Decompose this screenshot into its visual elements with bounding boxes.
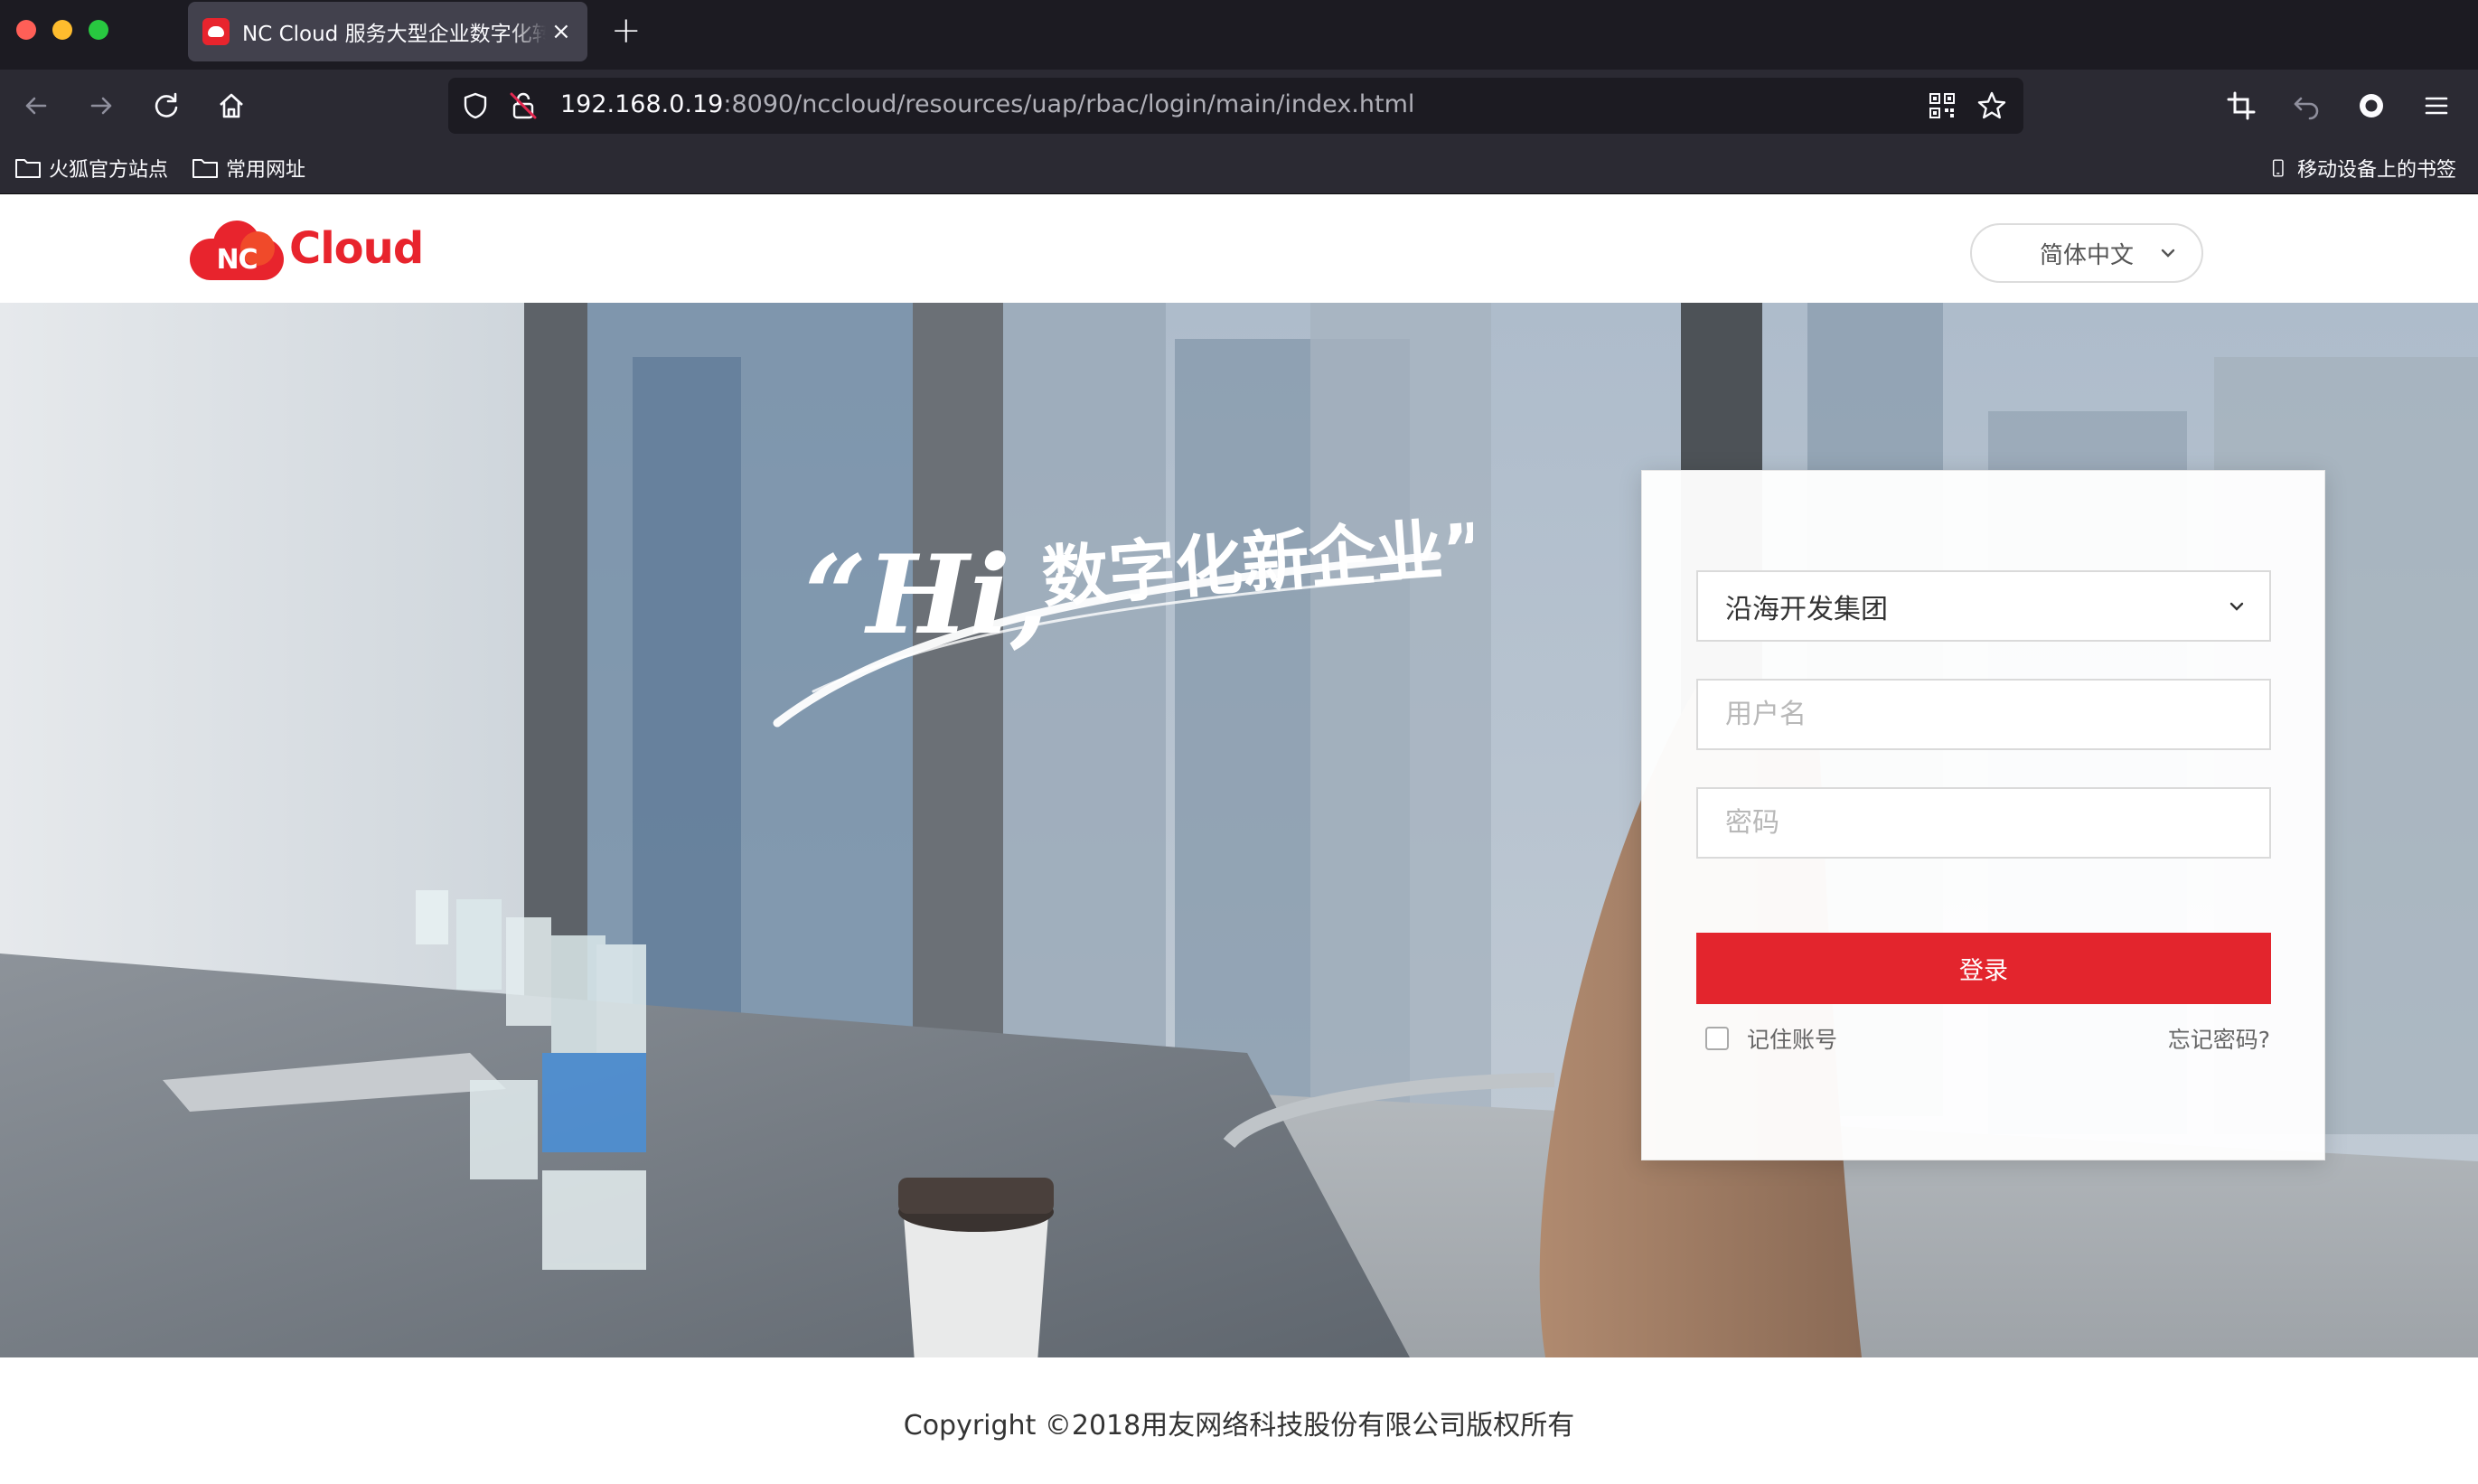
remember-account-checkbox[interactable]: 记住账号 (1705, 1022, 1837, 1055)
logo-nc-text: NC (216, 244, 258, 276)
browser-navbar: 192.168.0.19:8090/nccloud/resources/uap/… (0, 70, 2478, 142)
hero-banner: “Hi, 数字化新企业” 沿海开发集团 登录 记住账号 忘记密码? (0, 303, 2478, 1357)
chevron-down-icon (2161, 249, 2175, 258)
copyright-text: Copyright ©2018用友网络科技股份有限公司版权所有 (903, 1410, 1575, 1442)
nccloud-logo[interactable]: NC Cloud (190, 217, 424, 280)
password-input[interactable] (1725, 789, 2269, 857)
zoom-window-button[interactable] (89, 20, 108, 40)
bookmark-label: 火狐官方站点 (49, 159, 169, 182)
undo-arrow-icon[interactable] (2288, 88, 2324, 124)
url-text[interactable]: 192.168.0.19:8090/nccloud/resources/uap/… (560, 90, 1414, 118)
bookmark-folder-common[interactable]: 常用网址 (192, 154, 305, 183)
bookmark-label: 移动设备上的书签 (2297, 159, 2457, 182)
forward-arrow-icon[interactable] (83, 88, 119, 124)
login-card: 沿海开发集团 登录 记住账号 忘记密码? (1641, 470, 2325, 1160)
language-select-value: 简体中文 (2039, 241, 2134, 269)
slogan-hi-digital-enterprise: “Hi, 数字化新企业” (773, 509, 1473, 728)
folder-icon (192, 159, 218, 178)
url-host: 192.168.0.19 (560, 90, 724, 118)
account-circle-icon[interactable] (2353, 88, 2389, 124)
browser-titlebar: NC Cloud 服务大型企业数字化转型 × + (0, 0, 2478, 70)
site-footer: Copyright ©2018用友网络科技股份有限公司版权所有 (0, 1357, 2478, 1484)
mobile-bookmarks-folder[interactable]: 移动设备上的书签 (2270, 154, 2456, 183)
username-field-wrapper (1696, 679, 2271, 750)
bookmark-folder-firefox[interactable]: 火狐官方站点 (14, 154, 168, 183)
hamburger-menu-icon[interactable] (2418, 88, 2455, 124)
close-window-button[interactable] (16, 20, 36, 40)
organization-select[interactable]: 沿海开发集团 (1696, 570, 2271, 642)
slogan-latin-text: “Hi, (804, 531, 1048, 659)
login-button[interactable]: 登录 (1696, 933, 2271, 1004)
back-arrow-icon[interactable] (18, 88, 54, 124)
screenshot-crop-icon[interactable] (2223, 88, 2259, 124)
login-page: NC Cloud 简体中文 “Hi, 数字化新企业” 沿海开发集团 用户名 登录… (0, 194, 2478, 1484)
checkbox-icon[interactable] (1705, 1027, 1729, 1050)
url-path: :8090/nccloud/resources/uap/rbac/login/m… (723, 90, 1415, 118)
chevron-down-icon (2229, 602, 2244, 611)
username-input[interactable] (1725, 681, 2269, 748)
folder-icon (15, 159, 41, 178)
slogan-chinese-text: 数字化新企业” (1039, 509, 1473, 617)
tab-close-icon[interactable]: × (551, 20, 571, 43)
insecure-lock-icon[interactable] (508, 90, 539, 121)
minimize-window-button[interactable] (52, 20, 72, 40)
mobile-device-icon (2272, 159, 2284, 177)
tracking-protection-shield-icon[interactable] (461, 91, 490, 120)
url-bar[interactable]: 192.168.0.19:8090/nccloud/resources/uap/… (448, 78, 2023, 134)
bookmark-label: 常用网址 (226, 159, 306, 182)
cloud-logo-icon: NC (190, 217, 284, 280)
password-field-wrapper (1696, 787, 2271, 859)
home-icon[interactable] (213, 88, 249, 124)
browser-tab-active[interactable]: NC Cloud 服务大型企业数字化转型 × (188, 2, 587, 61)
logo-cloud-text: Cloud (289, 223, 424, 274)
qr-code-icon[interactable] (1929, 92, 1956, 119)
remember-account-label: 记住账号 (1747, 1027, 1838, 1053)
tab-title: NC Cloud 服务大型企业数字化转型 (242, 23, 546, 46)
organization-select-value: 沿海开发集团 (1725, 593, 1888, 625)
bookmark-star-icon[interactable] (1976, 89, 2008, 122)
forgot-password-link[interactable]: 忘记密码? (2168, 1022, 2270, 1055)
site-header: NC Cloud 简体中文 (0, 194, 2478, 303)
nccloud-favicon-icon (202, 18, 230, 45)
bookmarks-toolbar: 火狐官方站点 常用网址 移动设备上的书签 (0, 142, 2478, 194)
language-select[interactable]: 简体中文 (1970, 223, 2203, 283)
reload-icon[interactable] (148, 88, 184, 124)
new-tab-button[interactable]: + (611, 13, 642, 49)
